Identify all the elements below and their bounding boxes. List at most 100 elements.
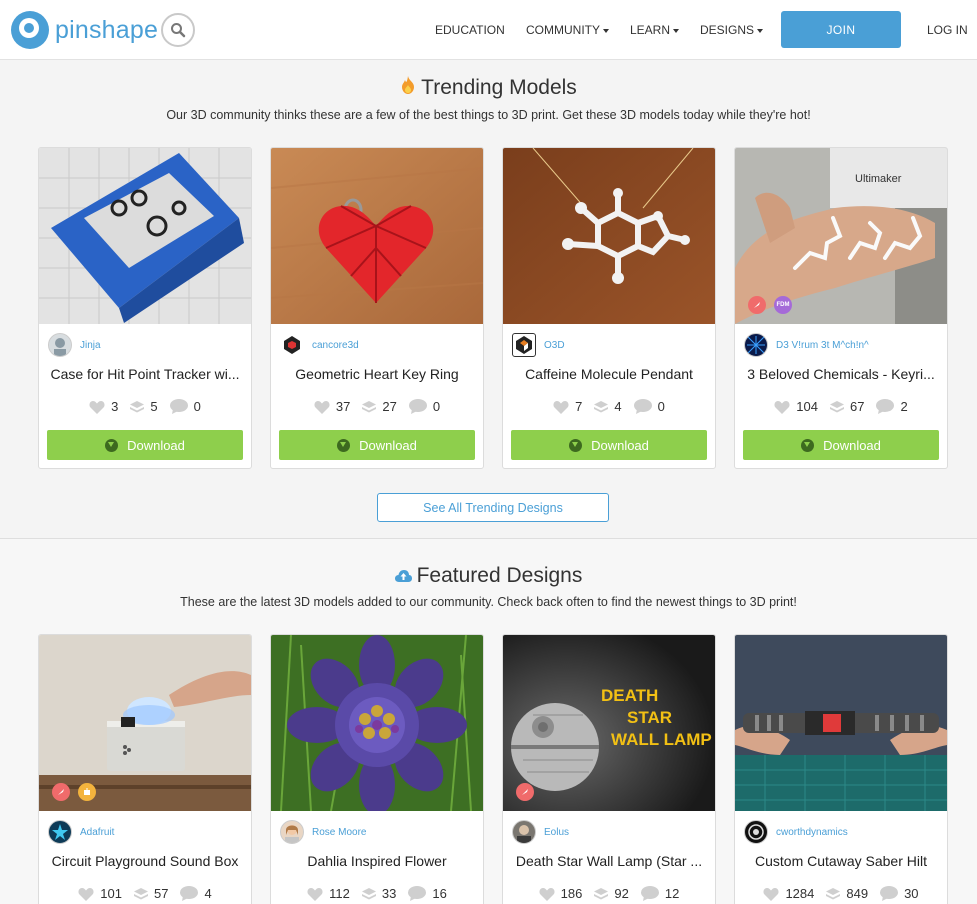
comment-count: 0 [657,399,665,414]
logo-text: pinshape [55,15,159,44]
print-stat: 92 [594,886,629,901]
heart-icon [539,887,555,901]
author[interactable]: Jinja [48,333,101,357]
like-count: 3 [111,399,119,414]
cloud-upload-icon [394,564,412,588]
model-card[interactable]: DEATH STAR WALL LAMP Eolus Death Star Wa… [502,634,716,904]
model-title[interactable]: Dahlia Inspired Flower [279,853,475,869]
comment-count: 16 [432,886,447,901]
like-stat[interactable]: 7 [553,399,582,414]
download-label: Download [591,437,649,453]
badges: FDM [748,296,800,314]
author[interactable]: O3D [512,333,565,357]
model-stats: 104 67 2 [735,399,947,414]
model-card[interactable]: cancore3d Geometric Heart Key Ring 37 27… [270,147,484,469]
author[interactable]: Rose Moore [280,820,366,844]
heart-icon [774,400,790,414]
model-thumbnail[interactable] [271,635,483,811]
download-button[interactable]: Download [511,430,707,460]
model-card[interactable]: Adafruit Circuit Playground Sound Box 10… [38,634,252,904]
author-name: cancore3d [312,339,359,351]
like-stat[interactable]: 3 [89,399,118,414]
comment-stat: 16 [408,886,447,901]
print-stat: 33 [361,886,396,901]
author[interactable]: Adafruit [48,820,114,844]
model-card[interactable]: Ultimaker FDM D3 V!rum 3t M^ch!n^ 3 Belo… [734,147,948,469]
model-title[interactable]: Caffeine Molecule Pendant [511,366,707,382]
search-button[interactable] [161,13,195,47]
model-card[interactable]: O3D Caffeine Molecule Pendant 7 4 0 Down… [502,147,716,469]
download-button[interactable]: Download [47,430,243,460]
comment-icon [408,886,427,901]
like-stat[interactable]: 186 [539,886,583,901]
like-count: 101 [100,886,122,901]
comment-count: 4 [204,886,212,901]
author[interactable]: cancore3d [280,333,359,357]
pinshape-logo[interactable]: pinshape [11,11,158,49]
flame-icon [400,76,416,100]
author[interactable]: cworthdynamics [744,820,848,844]
login-link[interactable]: LOG IN [927,23,968,37]
heart-icon [763,887,779,901]
comment-stat: 0 [408,399,440,414]
model-thumbnail[interactable] [503,148,715,324]
model-card[interactable]: Jinja Case for Hit Point Tracker wi... 3… [38,147,252,469]
author[interactable]: Eolus [512,820,569,844]
nav-education[interactable]: EDUCATION [435,23,505,37]
model-thumbnail[interactable] [271,148,483,324]
model-thumbnail[interactable]: DEATH STAR WALL LAMP [503,635,715,811]
model-title[interactable]: Custom Cutaway Saber Hilt [743,853,939,869]
model-card[interactable]: cworthdynamics Custom Cutaway Saber Hilt… [734,634,948,904]
author[interactable]: D3 V!rum 3t M^ch!n^ [744,333,869,357]
model-thumbnail[interactable]: Ultimaker FDM [735,148,947,324]
rocket-icon [748,296,766,314]
like-count: 112 [329,886,350,901]
model-title[interactable]: Circuit Playground Sound Box [47,853,243,869]
nav-designs[interactable]: DESIGNS [700,23,764,37]
model-thumbnail[interactable] [39,148,251,324]
nav-learn[interactable]: LEARN [630,23,680,37]
like-stat[interactable]: 101 [78,886,122,901]
featured-subtitle: These are the latest 3D models added to … [180,595,797,609]
model-title[interactable]: Case for Hit Point Tracker wi... [47,366,243,382]
heart-icon [78,887,94,901]
robot-icon [78,783,96,801]
download-icon [801,438,815,452]
like-count: 186 [560,886,583,901]
like-stat[interactable]: 112 [307,886,350,901]
like-stat[interactable]: 1284 [763,886,814,901]
layers-icon [362,400,377,412]
model-stats: 37 27 0 [271,399,483,414]
image-text-line: WALL LAMP [611,730,712,749]
like-stat[interactable]: 104 [774,399,818,414]
chevron-down-icon [603,28,609,33]
model-title[interactable]: 3 Beloved Chemicals - Keyri... [743,366,939,382]
join-button[interactable]: JOIN [781,11,901,48]
avatar [744,333,768,357]
model-title[interactable]: Geometric Heart Key Ring [279,366,475,382]
like-stat[interactable]: 37 [314,399,350,414]
see-all-trending-button[interactable]: See All Trending Designs [377,493,609,522]
comment-icon [169,399,188,414]
comment-stat: 2 [876,399,908,414]
comment-stat: 12 [640,886,679,901]
nav-community[interactable]: COMMUNITY [526,23,609,37]
search-icon [171,23,186,38]
download-label: Download [127,437,185,453]
avatar [48,820,72,844]
model-thumbnail[interactable] [39,635,251,811]
download-button[interactable]: Download [743,430,939,460]
print-stat: 67 [830,399,864,414]
badges [516,783,542,801]
model-stats: 1284 849 30 [735,886,947,901]
rocket-icon [516,783,534,801]
print-count: 27 [382,399,397,414]
model-card[interactable]: Rose Moore Dahlia Inspired Flower 112 33… [270,634,484,904]
comment-stat: 4 [180,886,212,901]
print-stat: 5 [130,399,158,414]
author-name: cworthdynamics [776,826,848,838]
download-button[interactable]: Download [279,430,475,460]
model-title[interactable]: Death Star Wall Lamp (Star ... [511,853,707,869]
model-thumbnail[interactable] [735,635,947,811]
author-name: Rose Moore [312,826,367,838]
